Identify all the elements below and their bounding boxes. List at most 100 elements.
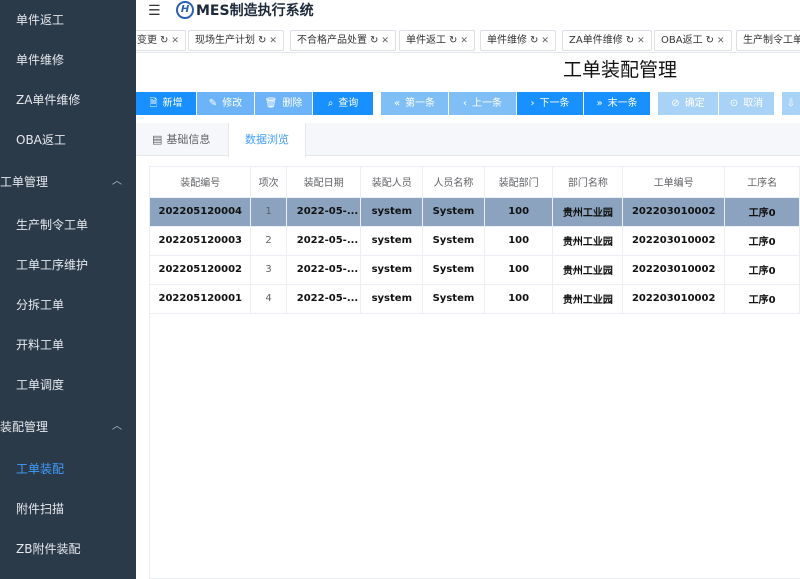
table-row[interactable]: 202205120004 1 2022-05-... system System… bbox=[150, 197, 800, 227]
column-header[interactable]: 装配编号 bbox=[150, 167, 252, 198]
table-header-row: 装配编号 项次 装配日期 装配人员 人员名称 装配部门 部门名称 工单编号 工序… bbox=[150, 167, 800, 198]
table-cell: 100 bbox=[484, 197, 554, 227]
column-header[interactable]: 装配部门 bbox=[484, 167, 554, 198]
table-cell: 工序0 bbox=[724, 197, 800, 227]
tag-tab[interactable]: ZA单件维修 ↻ ✕ bbox=[562, 30, 652, 51]
sidebar-item-production-order[interactable]: 生产制令工单 bbox=[0, 205, 136, 245]
sidebar-item-single-rework[interactable]: 单件返工 bbox=[0, 0, 136, 40]
search-icon: ⌕ bbox=[327, 98, 334, 109]
refresh-icon[interactable]: ↻ bbox=[370, 35, 378, 46]
tab-data-browse[interactable]: 数据浏览 bbox=[228, 123, 306, 157]
table-cell: 贵州工业园 bbox=[552, 197, 624, 227]
table-cell: 工序0 bbox=[724, 226, 800, 256]
sidebar-item-attachment-scan[interactable]: 附件扫描 bbox=[0, 489, 136, 529]
cancel-button[interactable]: ⊙ 取消 bbox=[719, 92, 774, 115]
table-row[interactable]: 202205120002 3 2022-05-... system System… bbox=[150, 255, 800, 285]
add-button[interactable]: 🗎 新增 bbox=[136, 92, 196, 115]
next-record-button[interactable]: › 下一条 bbox=[517, 92, 583, 115]
refresh-icon[interactable]: ↻ bbox=[530, 35, 538, 46]
table-cell: 工序0 bbox=[724, 255, 800, 285]
refresh-icon[interactable]: ↻ bbox=[258, 35, 266, 46]
sidebar-item-zb-assembly[interactable]: ZB附件装配 bbox=[0, 529, 136, 569]
sidebar-item-za-repair[interactable]: ZA单件维修 bbox=[0, 80, 136, 120]
confirm-button[interactable]: ⊘ 确定 bbox=[658, 92, 718, 115]
refresh-icon[interactable]: ↻ bbox=[160, 35, 168, 46]
add-button-label: 新增 bbox=[162, 98, 183, 109]
table-cell: 202205120002 bbox=[150, 255, 252, 285]
tab-label: 数据浏览 bbox=[245, 133, 289, 146]
chevron-up-icon: ︿ bbox=[112, 421, 122, 432]
sidebar-item-cutting-order[interactable]: 开料工单 bbox=[0, 325, 136, 365]
last-record-button[interactable]: » 末一条 bbox=[584, 92, 650, 115]
close-icon[interactable]: ✕ bbox=[171, 36, 179, 46]
sidebar-item-work-order-assembly[interactable]: 工单装配 bbox=[0, 449, 136, 489]
query-button-label: 查询 bbox=[338, 98, 359, 109]
column-header[interactable]: 部门名称 bbox=[552, 167, 624, 198]
table-row[interactable]: 202205120003 2 2022-05-... system System… bbox=[150, 226, 800, 256]
tag-tab[interactable]: 单件维修 ↻ ✕ bbox=[480, 30, 556, 51]
tag-label: ZA单件维修 bbox=[569, 35, 623, 46]
edit-button[interactable]: ✎ 修改 bbox=[197, 92, 254, 115]
query-button[interactable]: ⌕ 查询 bbox=[313, 92, 373, 115]
close-icon[interactable]: ✕ bbox=[637, 36, 645, 46]
column-header[interactable]: 装配人员 bbox=[360, 167, 424, 198]
table-cell: 4 bbox=[250, 284, 287, 314]
app-title: MES制造执行系统 bbox=[196, 3, 314, 19]
sidebar-group-label: 装配管理 bbox=[0, 420, 49, 434]
tag-tab[interactable]: 变更 ↻ ✕ bbox=[136, 30, 186, 51]
sidebar-item-process-maintenance[interactable]: 工单工序维护 bbox=[0, 245, 136, 285]
close-icon[interactable]: ✕ bbox=[460, 36, 468, 46]
table-cell: 2022-05-... bbox=[286, 197, 362, 227]
tab-basic-info[interactable]: ▤ 基础信息 bbox=[152, 123, 230, 156]
column-header[interactable]: 项次 bbox=[250, 167, 287, 198]
close-icon[interactable]: ✕ bbox=[269, 36, 277, 46]
tag-tab[interactable]: 不合格产品处置 ↻ ✕ bbox=[290, 30, 396, 51]
tag-tab[interactable]: OBA返工 ↻ ✕ bbox=[654, 30, 732, 51]
sidebar-item-label: 单件维修 bbox=[16, 53, 65, 67]
sidebar-item-label: 工单工序维护 bbox=[16, 258, 89, 272]
column-header[interactable]: 装配日期 bbox=[286, 167, 362, 198]
column-header[interactable]: 人员名称 bbox=[422, 167, 485, 198]
sidebar-item-oba-rework[interactable]: OBA返工 bbox=[0, 120, 136, 160]
sidebar-item-label: ZA单件维修 bbox=[16, 93, 81, 107]
table-row[interactable]: 202205120001 4 2022-05-... system System… bbox=[150, 284, 800, 314]
tag-tab[interactable]: 单件返工 ↻ ✕ bbox=[399, 30, 475, 51]
delete-button[interactable]: 🗑 删除 bbox=[255, 92, 312, 115]
prev-record-button[interactable]: ‹ 上一条 bbox=[449, 92, 516, 115]
table-cell: 2022-05-... bbox=[286, 255, 362, 285]
prev-button-label: 上一条 bbox=[472, 98, 502, 109]
sidebar-item-split-order[interactable]: 分拆工单 bbox=[0, 285, 136, 325]
tag-tab[interactable]: 生产制令工单↻✕ bbox=[736, 30, 800, 51]
logo: H bbox=[176, 1, 194, 19]
table-icon: ▤ bbox=[152, 133, 163, 146]
table-cell: 1 bbox=[250, 197, 287, 227]
table-cell: system bbox=[360, 226, 424, 256]
sidebar-group-assembly[interactable]: 装配管理 ︿ bbox=[0, 407, 136, 447]
table-cell: 202203010002 bbox=[622, 284, 726, 314]
refresh-icon[interactable]: ↻ bbox=[449, 35, 457, 46]
refresh-icon[interactable]: ↻ bbox=[626, 35, 634, 46]
sidebar-item-label: 附件扫描 bbox=[16, 502, 65, 516]
table-cell: 工序0 bbox=[724, 284, 800, 314]
first-button-label: 第一条 bbox=[405, 98, 436, 109]
sidebar-item-single-repair[interactable]: 单件维修 bbox=[0, 40, 136, 80]
first-record-button[interactable]: « 第一条 bbox=[381, 92, 448, 115]
column-header[interactable]: 工单编号 bbox=[622, 167, 726, 198]
tag-tab[interactable]: 现场生产计划 ↻ ✕ bbox=[188, 30, 284, 51]
hamburger-menu-icon[interactable]: ☰ bbox=[148, 3, 161, 19]
table-cell: 2022-05-... bbox=[286, 226, 362, 256]
refresh-icon[interactable]: ↻ bbox=[706, 35, 714, 46]
close-icon[interactable]: ✕ bbox=[717, 36, 725, 46]
close-icon[interactable]: ✕ bbox=[381, 36, 389, 46]
close-icon[interactable]: ✕ bbox=[541, 36, 549, 46]
table-cell: System bbox=[422, 197, 485, 227]
cancel-circle-icon: ⊙ bbox=[729, 98, 739, 109]
last-button-label: 末一条 bbox=[607, 98, 638, 109]
column-header[interactable]: 工序名 bbox=[724, 167, 800, 198]
more-button[interactable]: ⇩ bbox=[782, 92, 800, 115]
data-table: 装配编号 项次 装配日期 装配人员 人员名称 装配部门 部门名称 工单编号 工序… bbox=[150, 167, 800, 314]
sidebar: 单件返工 单件维修 ZA单件维修 OBA返工 工单管理 ︿ 生产制令工单 工单工序… bbox=[0, 0, 136, 579]
next-button-label: 下一条 bbox=[539, 98, 570, 109]
sidebar-group-work-order[interactable]: 工单管理 ︿ bbox=[0, 162, 136, 202]
sidebar-item-dispatch[interactable]: 工单调度 bbox=[0, 365, 136, 405]
